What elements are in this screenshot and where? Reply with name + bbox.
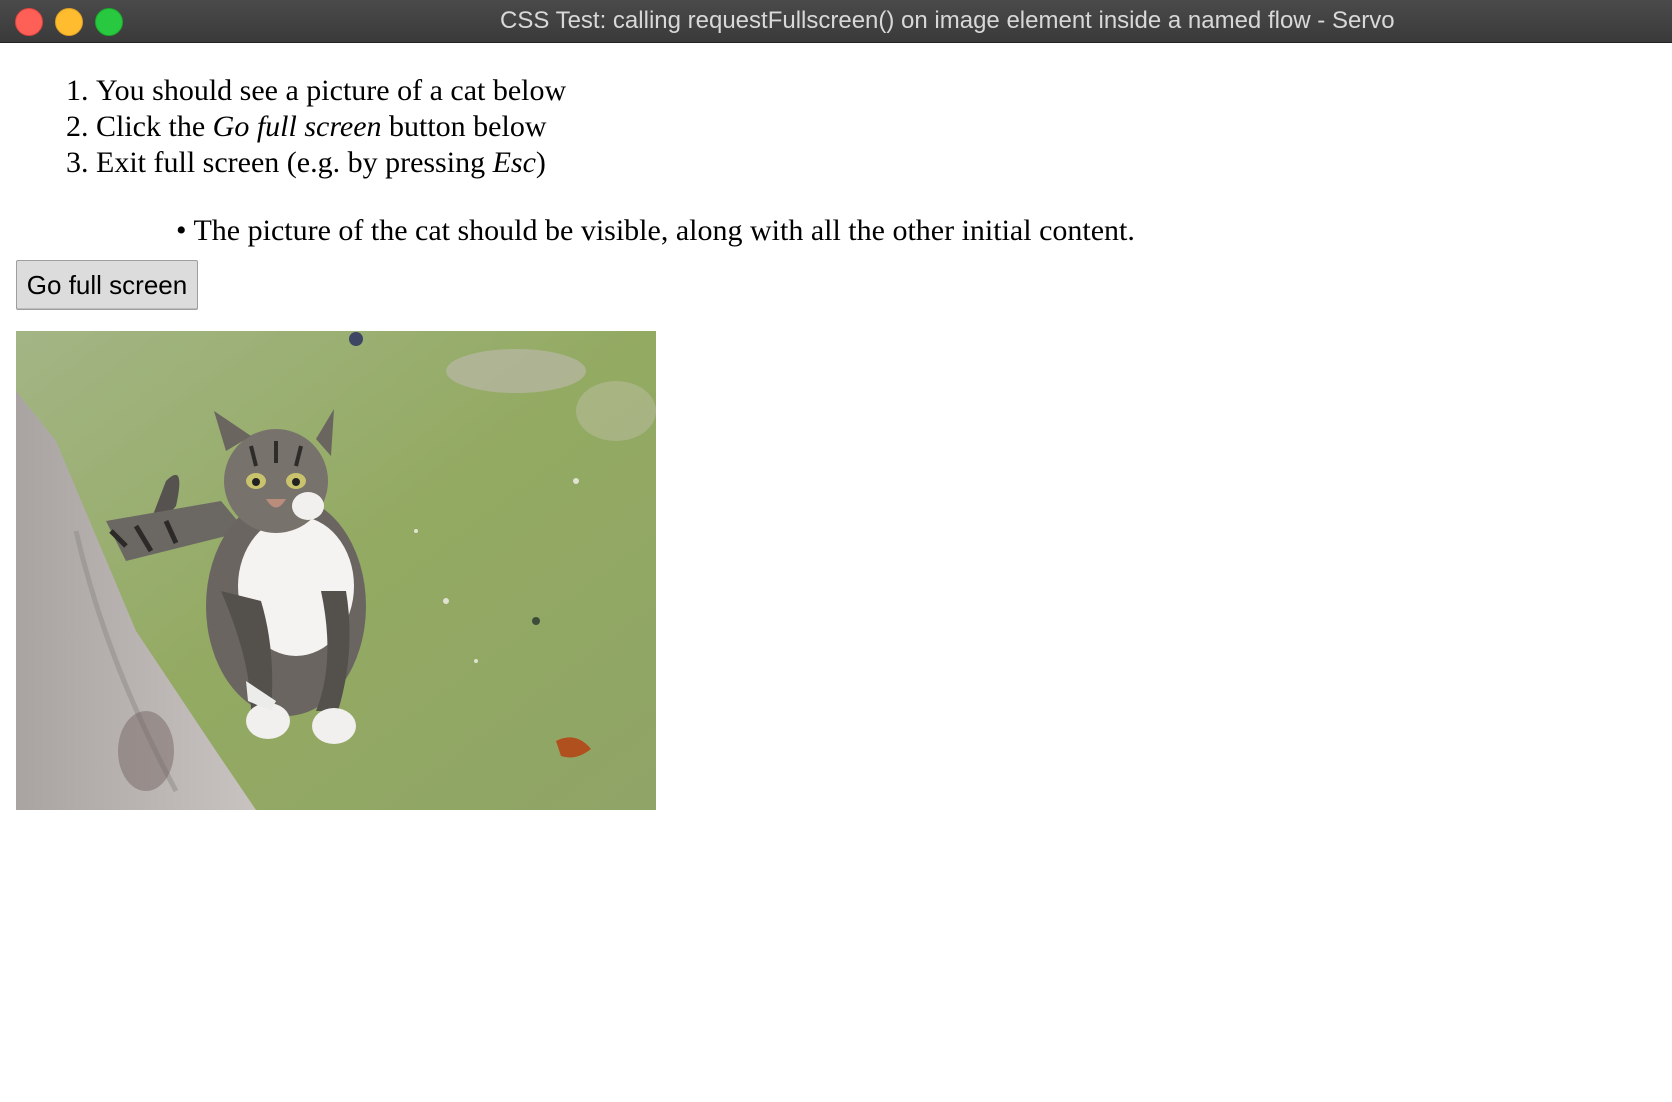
expectation-item: The picture of the cat should be visible… bbox=[176, 213, 1672, 249]
go-full-screen-button[interactable]: Go full screen bbox=[16, 260, 198, 310]
step-emphasis: Esc bbox=[492, 146, 536, 179]
close-window-icon[interactable] bbox=[15, 8, 43, 36]
window-title: CSS Test: calling requestFullscreen() on… bbox=[500, 7, 1395, 34]
cat-image bbox=[16, 331, 656, 810]
step-text: ) bbox=[535, 146, 546, 179]
instruction-step-3: Exit full screen (e.g. by pressing Esc) bbox=[96, 145, 1672, 181]
step-text: You should see a picture of a cat below bbox=[96, 74, 567, 107]
minimize-window-icon[interactable] bbox=[55, 8, 83, 36]
step-text: Exit full screen (e.g. by pressing bbox=[96, 146, 493, 179]
cat-photo-illustration bbox=[16, 331, 656, 810]
step-emphasis: Go full screen bbox=[212, 110, 382, 143]
step-text: Click the bbox=[96, 110, 213, 143]
page-content: You should see a picture of a cat below … bbox=[0, 43, 1672, 249]
instruction-step-2: Click the Go full screen button below bbox=[96, 109, 1672, 145]
expectation-list: The picture of the cat should be visible… bbox=[0, 213, 1672, 249]
instruction-list: You should see a picture of a cat below … bbox=[0, 73, 1672, 181]
maximize-window-icon[interactable] bbox=[95, 8, 123, 36]
instruction-step-1: You should see a picture of a cat below bbox=[96, 73, 1672, 109]
step-text: button below bbox=[381, 110, 547, 143]
window-titlebar: CSS Test: calling requestFullscreen() on… bbox=[0, 0, 1672, 43]
